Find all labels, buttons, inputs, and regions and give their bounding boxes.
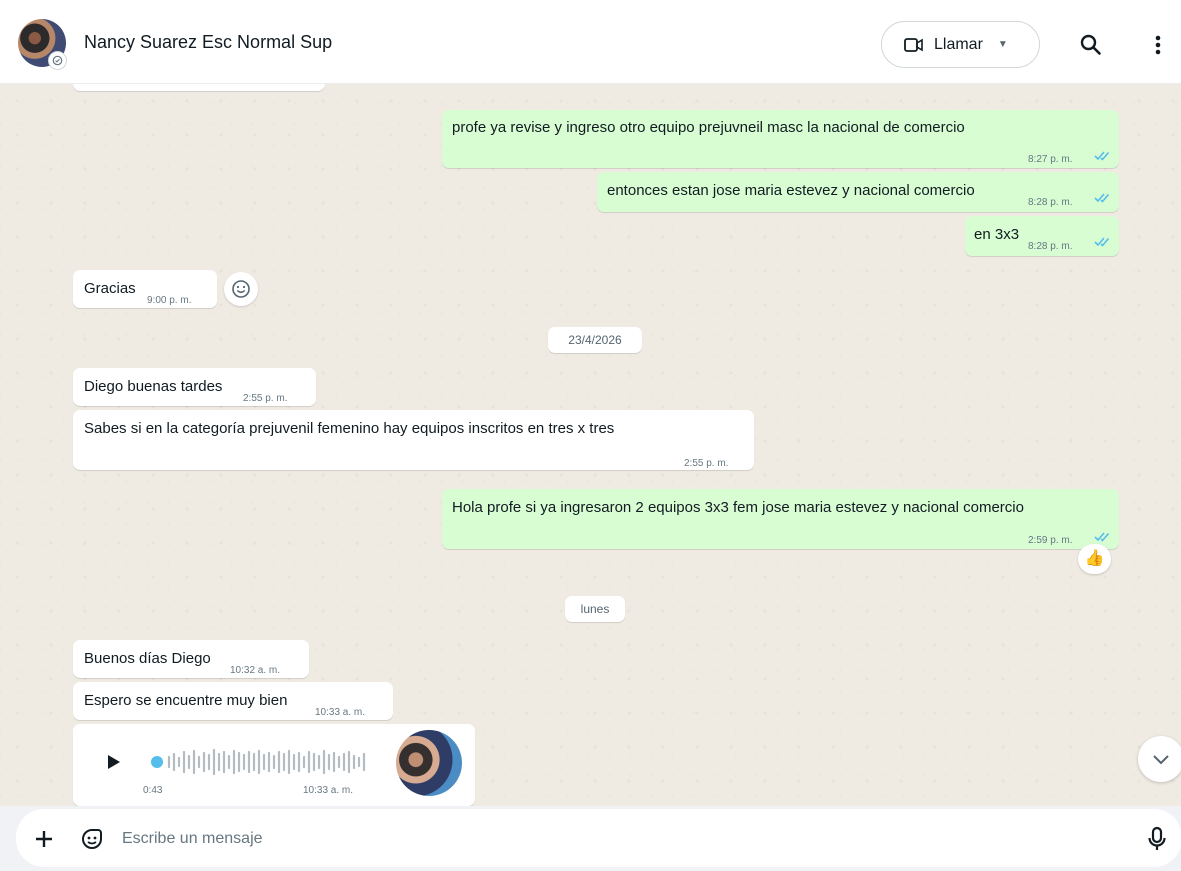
contact-name[interactable]: Nancy Suarez Esc Normal Sup	[84, 32, 332, 53]
microphone-icon	[1148, 826, 1166, 850]
call-label: Llamar	[934, 35, 983, 53]
message-bubble-out[interactable]: Hola profe si ya ingresaron 2 equipos 3x…	[442, 489, 1119, 549]
message-time: 10:32 a. m.	[230, 665, 281, 676]
chevron-down-icon: ▼	[997, 39, 1008, 50]
call-button[interactable]: Llamar ▼	[881, 21, 1040, 68]
message-text: entonces estan jose maria estevez y naci…	[607, 182, 975, 199]
sticker-icon	[81, 829, 102, 850]
menu-button[interactable]	[1146, 31, 1170, 59]
read-ticks-icon	[1094, 532, 1110, 542]
message-bubble-out[interactable]: en 3x3 8:28 p. m.	[965, 216, 1119, 256]
message-bubble-in[interactable]: Gracias 9:00 p. m.	[73, 270, 217, 308]
message-time: 8:28 p. m.	[1028, 241, 1073, 252]
message-bubble-out[interactable]: entonces estan jose maria estevez y naci…	[597, 172, 1119, 212]
sender-avatar	[396, 730, 462, 796]
message-bubble-out[interactable]: profe ya revise y ingreso otro equipo pr…	[442, 110, 1119, 168]
date-separator: 23/4/2026	[548, 327, 642, 353]
message-bubble-partial: —	[73, 84, 325, 91]
scroll-down-button[interactable]	[1138, 736, 1181, 782]
status-badge-icon	[48, 51, 67, 70]
message-time: 10:33 a. m.	[303, 785, 354, 796]
message-text: Hola profe si ya ingresaron 2 equipos 3x…	[452, 499, 1024, 516]
react-button[interactable]	[224, 272, 258, 306]
plus-icon	[36, 831, 52, 847]
message-time: 10:33 a. m.	[315, 707, 366, 718]
smiley-icon	[232, 280, 250, 298]
audio-duration: 0:43	[143, 785, 163, 796]
sticker-button[interactable]	[79, 826, 105, 852]
message-bubble-in[interactable]: Buenos días Diego 10:32 a. m.	[73, 640, 309, 678]
message-bubble-in[interactable]: Diego buenas tardes 2:55 p. m.	[73, 368, 316, 406]
message-time: 2:55 p. m.	[243, 393, 288, 404]
video-call-icon	[904, 37, 923, 52]
thumbs-up-reaction[interactable]: 👍	[1078, 544, 1111, 574]
search-button[interactable]	[1078, 32, 1104, 58]
message-text: Espero se encuentre muy bien	[84, 692, 288, 709]
message-text: Gracias	[84, 280, 136, 297]
chevron-down-icon	[1153, 755, 1169, 765]
message-time: 2:59 p. m.	[1028, 535, 1073, 546]
voice-message[interactable]: 0:43 10:33 a. m.	[73, 724, 475, 806]
message-time: —	[249, 84, 259, 85]
message-text: Buenos días Diego	[84, 650, 211, 667]
message-text: en 3x3	[974, 226, 1020, 243]
date-separator: lunes	[565, 596, 625, 622]
read-ticks-icon	[1094, 193, 1110, 203]
composer-bar	[0, 806, 1181, 871]
message-time: 8:27 p. m.	[1028, 154, 1073, 165]
message-bubble-in[interactable]: Sabes si en la categoría prejuvenil feme…	[73, 410, 754, 470]
message-input[interactable]	[122, 824, 1112, 854]
play-icon	[108, 755, 120, 769]
message-time: 8:28 p. m.	[1028, 197, 1073, 208]
search-icon	[1080, 34, 1101, 55]
voice-record-button[interactable]	[1146, 825, 1168, 853]
chat-area[interactable]: — profe ya revise y ingreso otro equipo …	[0, 84, 1181, 806]
menu-dots-icon	[1155, 35, 1161, 55]
message-time: 2:55 p. m.	[684, 458, 729, 469]
message-bubble-in[interactable]: Espero se encuentre muy bien 10:33 a. m.	[73, 682, 393, 720]
play-button[interactable]	[101, 750, 125, 774]
message-text: profe ya revise y ingreso otro equipo pr…	[452, 119, 965, 136]
message-text: Sabes si en la categoría prejuvenil feme…	[84, 420, 615, 437]
attach-button[interactable]	[34, 829, 54, 849]
read-ticks-icon	[1094, 151, 1110, 161]
message-time: 9:00 p. m.	[147, 295, 192, 306]
chat-header: Nancy Suarez Esc Normal Sup Llamar ▼	[0, 0, 1181, 84]
message-text: Diego buenas tardes	[84, 378, 223, 395]
read-ticks-icon	[1094, 237, 1110, 247]
